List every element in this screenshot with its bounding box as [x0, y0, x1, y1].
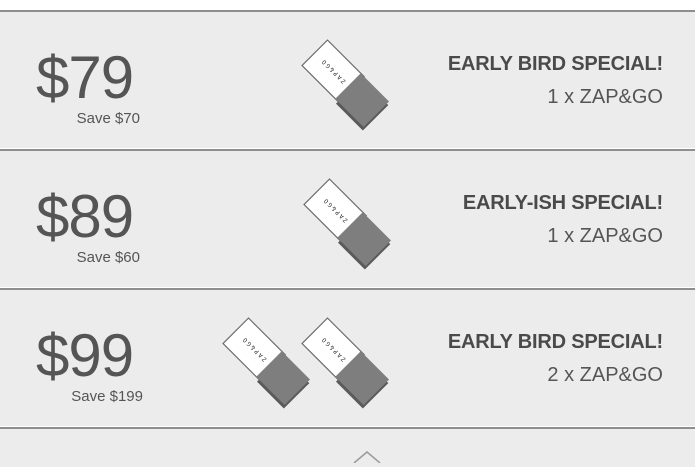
zapgo-device-graphic: ZAP&GO — [303, 178, 392, 270]
zapgo-device-icon — [353, 451, 381, 463]
offer-title: EARLY BIRD SPECIAL! — [447, 331, 663, 353]
offer-early-bird-1x[interactable]: $79 Save $70 ZAP&GO EARLY BIRD SPECIAL! … — [0, 10, 695, 148]
zapgo-device-graphic: ZAP&GO — [301, 317, 390, 409]
zapgo-device-icon: ZAP&GO — [298, 36, 398, 136]
offer-savings: Save $60 — [76, 249, 140, 266]
offer-quantity: 1 x ZAP&GO — [547, 86, 663, 108]
offer-quantity: 1 x ZAP&GO — [547, 225, 663, 247]
offer-price: $89 — [36, 183, 134, 250]
offer-price: $79 — [36, 44, 134, 111]
offer-price: $99 — [36, 322, 134, 389]
offer-title: EARLY BIRD SPECIAL! — [447, 53, 663, 75]
zapgo-device-icon: ZAP&GO — [300, 175, 400, 275]
offer-early-ish-1x[interactable]: $89 Save $60 ZAP&GO EARLY-ISH SPECIAL! 1… — [0, 149, 695, 287]
zapgo-device-icon: ZAP&GO — [298, 314, 398, 414]
offer-savings: Save $70 — [76, 110, 140, 127]
zapgo-device-graphic: ZAP&GO — [301, 39, 390, 131]
offer-quantity: 2 x ZAP&GO — [547, 364, 663, 386]
offer-partial[interactable] — [0, 427, 695, 467]
offer-early-bird-2x[interactable]: $99 Save $199 ZAP&GO ZAP&GO EARLY BIRD S… — [0, 288, 695, 426]
offer-savings: Save $199 — [71, 388, 143, 405]
offer-title: EARLY-ISH SPECIAL! — [462, 192, 663, 214]
